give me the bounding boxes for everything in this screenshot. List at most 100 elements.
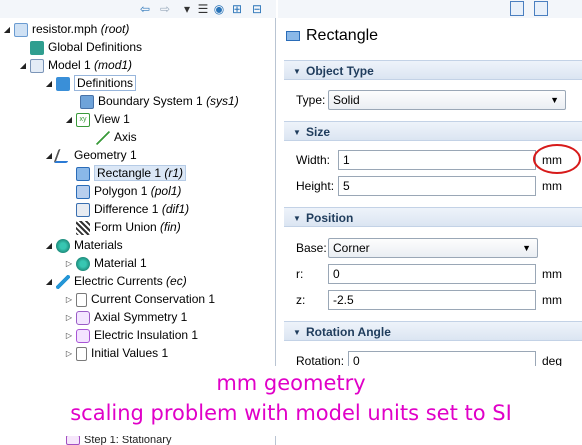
boundary-system-icon bbox=[80, 94, 94, 109]
axis-icon bbox=[96, 130, 110, 145]
list-view-icon[interactable]: ☰ bbox=[196, 2, 210, 16]
settings-toolbar bbox=[278, 0, 582, 18]
tree-item-definitions[interactable]: ◢ Definitions bbox=[44, 74, 137, 93]
z-value: -2.5 bbox=[333, 293, 354, 307]
settings-title-text: Rectangle bbox=[306, 27, 379, 44]
tree-item-polygon[interactable]: Polygon 1 (pol1) bbox=[74, 182, 181, 200]
tree-item-root[interactable]: ◢ resistor.mph (root) bbox=[2, 20, 129, 38]
section-collapse-icon[interactable]: ▼ bbox=[292, 62, 302, 82]
dropdown-arrow-icon: ▼ bbox=[522, 243, 531, 253]
tree-item-view[interactable]: ◢ xy View 1 bbox=[64, 110, 130, 128]
tree-item-rectangle[interactable]: Rectangle 1 (r1) bbox=[74, 164, 187, 182]
study-step-icon bbox=[66, 436, 80, 445]
tree-expander-icon[interactable]: ▷ bbox=[64, 309, 74, 327]
rectangle-icon bbox=[76, 166, 90, 181]
tree-item-material[interactable]: ▷ Material 1 bbox=[64, 254, 147, 272]
tree-item-label: Difference 1 bbox=[94, 202, 159, 216]
tree-item-initial-values[interactable]: ▷ Initial Values 1 bbox=[64, 344, 168, 362]
electric-currents-icon bbox=[56, 274, 70, 289]
tree-item-tag: (pol1) bbox=[150, 184, 182, 198]
tree-item-geometry[interactable]: ◢ Geometry 1 bbox=[44, 146, 137, 164]
r-input[interactable]: 0 bbox=[328, 264, 536, 284]
tree-expander-icon[interactable]: ◢ bbox=[44, 75, 54, 93]
tree-item-label: Polygon 1 bbox=[94, 184, 148, 198]
tree-expander-icon[interactable]: ▷ bbox=[64, 345, 74, 363]
expand-all-icon[interactable]: ⊞ bbox=[230, 2, 244, 16]
annotation-line-1: mm geometry bbox=[216, 371, 366, 395]
type-select-value: Solid bbox=[333, 93, 360, 107]
global-definitions-icon bbox=[30, 40, 44, 55]
tree-item-label: Electric Currents bbox=[74, 274, 163, 288]
tree-expander-icon[interactable]: ◢ bbox=[2, 21, 12, 39]
section-rotation-angle[interactable]: ▼ Rotation Angle bbox=[284, 321, 582, 341]
tree-expander-icon[interactable]: ▷ bbox=[64, 291, 74, 309]
tree-expander-icon[interactable]: ◢ bbox=[64, 111, 74, 129]
tree-item-axis[interactable]: Axis bbox=[94, 128, 137, 146]
type-label: Type: bbox=[296, 93, 326, 107]
height-value: 5 bbox=[343, 179, 350, 193]
tree-item-form-union[interactable]: Form Union (fin) bbox=[74, 218, 181, 236]
tree-item-difference[interactable]: Difference 1 (dif1) bbox=[74, 200, 189, 218]
type-select[interactable]: Solid ▼ bbox=[328, 90, 566, 110]
section-collapse-icon[interactable]: ▼ bbox=[292, 123, 302, 143]
tree-item-label: View 1 bbox=[94, 112, 130, 126]
tree-item-global-definitions[interactable]: Global Definitions bbox=[28, 38, 142, 56]
base-select[interactable]: Corner ▼ bbox=[328, 238, 538, 258]
form-union-icon bbox=[76, 220, 90, 235]
tree-expander-icon[interactable]: ◢ bbox=[44, 273, 54, 291]
r-label: r: bbox=[296, 267, 304, 281]
tree-item-boundary-system[interactable]: Boundary System 1 (sys1) bbox=[78, 92, 239, 110]
forward-arrow-icon[interactable]: ⇨ bbox=[158, 2, 172, 16]
tree-item-tag: (mod1) bbox=[94, 58, 133, 72]
section-size[interactable]: ▼ Size bbox=[284, 121, 582, 141]
tree-item-electric-insulation[interactable]: ▷ Electric Insulation 1 bbox=[64, 326, 198, 344]
chevron-down-icon[interactable]: ▾ bbox=[180, 2, 194, 16]
tree-item-label: Electric Insulation 1 bbox=[94, 328, 199, 342]
section-collapse-icon[interactable]: ▼ bbox=[292, 323, 302, 343]
base-label: Base: bbox=[296, 241, 327, 255]
section-position[interactable]: ▼ Position bbox=[284, 207, 582, 227]
height-input[interactable]: 5 bbox=[338, 176, 536, 196]
tree-item-label: Step 1: Stationary bbox=[84, 436, 172, 445]
width-input[interactable]: 1 bbox=[338, 150, 536, 170]
tree-item-model[interactable]: ◢ Model 1 (mod1) bbox=[18, 56, 132, 74]
tree-item-label: Axis bbox=[114, 130, 137, 144]
mph-file-icon bbox=[14, 22, 28, 37]
section-title: Position bbox=[306, 211, 354, 225]
tree-item-label: Form Union bbox=[94, 220, 157, 234]
polygon-icon bbox=[76, 184, 90, 199]
base-select-value: Corner bbox=[333, 241, 370, 255]
tree-item-electric-currents[interactable]: ◢ Electric Currents (ec) bbox=[44, 272, 187, 290]
tree-expander-icon[interactable]: ◢ bbox=[18, 57, 28, 75]
tree-item-current-conservation[interactable]: ▷ Current Conservation 1 bbox=[64, 290, 215, 308]
section-title: Object Type bbox=[306, 64, 374, 78]
section-collapse-icon[interactable]: ▼ bbox=[292, 209, 302, 229]
tree-item-study-step[interactable]: Step 1: Stationary bbox=[64, 436, 171, 445]
section-title: Size bbox=[306, 125, 331, 139]
tree-expander-icon[interactable]: ▷ bbox=[64, 255, 74, 273]
tree-item-materials[interactable]: ◢ Materials bbox=[44, 236, 123, 254]
collapse-all-icon[interactable]: ⊟ bbox=[250, 2, 264, 16]
z-input[interactable]: -2.5 bbox=[328, 290, 536, 310]
width-value: 1 bbox=[343, 153, 350, 167]
model-icon bbox=[30, 58, 44, 73]
tree-item-label: Initial Values 1 bbox=[91, 346, 169, 360]
tree-item-label: Model 1 bbox=[48, 58, 91, 72]
height-unit: mm bbox=[542, 179, 562, 193]
build-selected-icon[interactable] bbox=[510, 1, 524, 16]
tree-item-axial-symmetry[interactable]: ▷ Axial Symmetry 1 bbox=[64, 308, 187, 326]
r-unit: mm bbox=[542, 267, 562, 281]
geometry-icon bbox=[53, 148, 73, 163]
tree-expander-icon[interactable]: ▷ bbox=[64, 327, 74, 345]
highlight-circle bbox=[533, 144, 581, 174]
section-object-type[interactable]: ▼ Object Type bbox=[284, 60, 582, 80]
build-all-icon[interactable] bbox=[534, 1, 548, 16]
tree-item-label: Current Conservation 1 bbox=[91, 292, 216, 306]
z-unit: mm bbox=[542, 293, 562, 307]
tree-expander-icon[interactable]: ◢ bbox=[44, 147, 54, 165]
tree-item-tag: (ec) bbox=[166, 274, 187, 288]
annotation-line-2: scaling problem with model units set to … bbox=[70, 401, 512, 425]
eye-icon[interactable]: ◉ bbox=[212, 2, 226, 16]
tree-expander-icon[interactable]: ◢ bbox=[44, 237, 54, 255]
back-arrow-icon[interactable]: ⇦ bbox=[138, 2, 152, 16]
